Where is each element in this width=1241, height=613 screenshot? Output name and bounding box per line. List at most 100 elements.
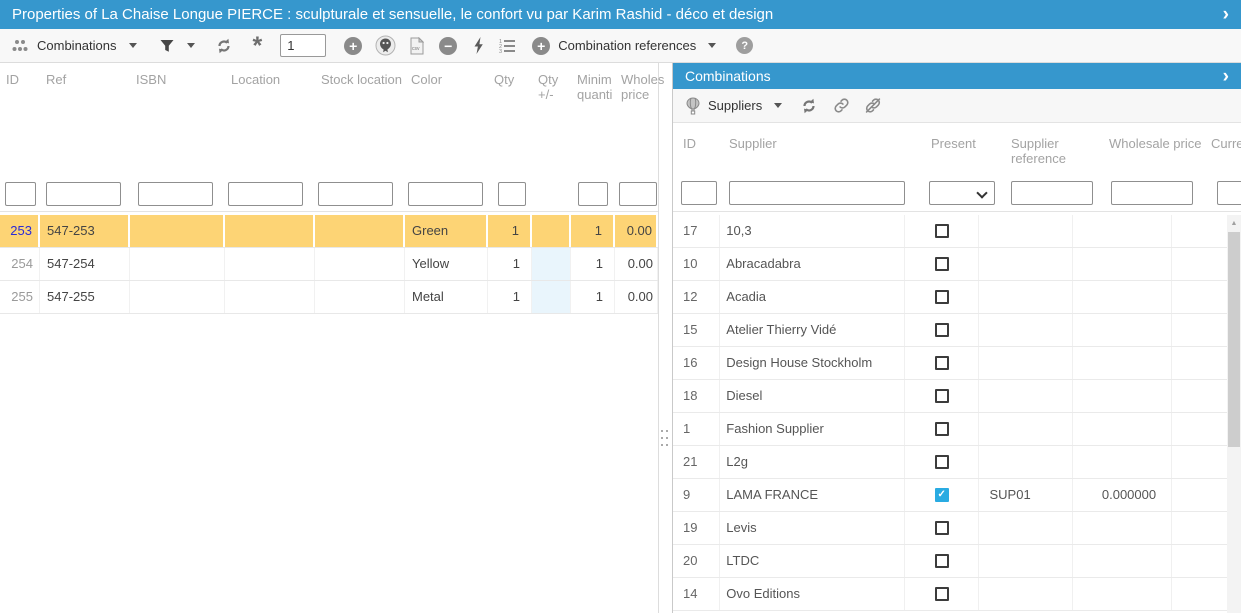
cell-id: 255 bbox=[0, 281, 40, 313]
supplier-row[interactable]: 10 Abracadabra bbox=[673, 248, 1228, 281]
cell-qty-plus-minus[interactable] bbox=[532, 248, 571, 280]
cell-isbn bbox=[130, 215, 225, 247]
filter-color-input[interactable] bbox=[408, 182, 483, 206]
present-checkbox[interactable] bbox=[935, 587, 949, 601]
col-header-qty-plus-minus[interactable]: Qty +/- bbox=[532, 72, 571, 102]
present-checkbox[interactable] bbox=[935, 257, 949, 271]
csv-export-icon[interactable]: csv bbox=[410, 37, 424, 55]
remove-combination-button[interactable]: − bbox=[439, 37, 457, 55]
present-checkbox[interactable] bbox=[935, 455, 949, 469]
combination-row[interactable]: 253 547-253 Green 1 1 0.00 bbox=[0, 215, 658, 248]
filter-location-input[interactable] bbox=[228, 182, 303, 206]
supplier-row[interactable]: 9 LAMA FRANCE SUP01 0.000000 bbox=[673, 479, 1228, 512]
supplier-row[interactable]: 14 Ovo Editions bbox=[673, 578, 1228, 611]
supplier-row[interactable]: 1 Fashion Supplier bbox=[673, 413, 1228, 446]
link-supplier-icon[interactable] bbox=[833, 97, 850, 114]
prestashop-icon[interactable] bbox=[375, 35, 396, 56]
count-input[interactable] bbox=[280, 34, 326, 57]
combination-row[interactable]: 255 547-255 Metal 1 1 0.00 bbox=[0, 281, 658, 314]
combination-row[interactable]: 254 547-254 Yellow 1 1 0.00 bbox=[0, 248, 658, 281]
col-header-location[interactable]: Location bbox=[225, 72, 315, 102]
supplier-row[interactable]: 19 Levis bbox=[673, 512, 1228, 545]
col-header-present[interactable]: Present bbox=[921, 136, 1001, 166]
filter-stock-location-input[interactable] bbox=[318, 182, 393, 206]
filter-ref-input[interactable] bbox=[46, 182, 121, 206]
suppliers-refresh-button[interactable] bbox=[800, 97, 818, 115]
add-combination-references-button[interactable]: + bbox=[532, 37, 550, 55]
filter-wholesale-price-input[interactable] bbox=[1111, 181, 1193, 205]
cell-location bbox=[225, 215, 315, 247]
grid-separator bbox=[0, 211, 658, 212]
col-header-id[interactable]: ID bbox=[0, 72, 40, 102]
panel-collapse-chevron-right-icon[interactable]: › bbox=[1223, 67, 1229, 86]
filter-isbn-input[interactable] bbox=[138, 182, 213, 206]
unlink-supplier-icon[interactable] bbox=[864, 97, 882, 114]
panel-splitter-handle[interactable] bbox=[660, 428, 672, 452]
combination-references-caret-icon[interactable] bbox=[708, 43, 716, 48]
cell-supplier-reference: SUP01 bbox=[979, 479, 1073, 511]
present-checkbox[interactable] bbox=[935, 422, 949, 436]
numbered-list-icon[interactable]: 123 bbox=[498, 38, 516, 54]
refresh-button[interactable] bbox=[215, 37, 233, 55]
present-checkbox[interactable] bbox=[935, 356, 949, 370]
scrollbar-thumb[interactable] bbox=[1228, 232, 1240, 447]
filter-min-quantity-input[interactable] bbox=[578, 182, 608, 206]
collapse-chevron-right-icon[interactable]: › bbox=[1223, 5, 1229, 24]
present-checkbox[interactable] bbox=[935, 389, 949, 403]
combinations-grid-header: ID Ref ISBN Location Stock location Colo… bbox=[0, 72, 658, 102]
supplier-row[interactable]: 18 Diesel bbox=[673, 380, 1228, 413]
filter-caret-icon[interactable] bbox=[187, 43, 195, 48]
filter-supplier-id-input[interactable] bbox=[681, 181, 717, 205]
col-header-supplier-reference[interactable]: Supplier reference bbox=[1001, 136, 1101, 166]
cell-id: 9 bbox=[673, 479, 720, 511]
col-header-min-quantity[interactable]: Minim quanti bbox=[571, 72, 615, 102]
col-header-supplier[interactable]: Supplier bbox=[723, 136, 921, 166]
filter-qty-input[interactable] bbox=[498, 182, 526, 206]
filter-currency-input[interactable] bbox=[1217, 181, 1241, 205]
col-header-wholesale-price[interactable]: Wholes price bbox=[615, 72, 658, 102]
supplier-row[interactable]: 12 Acadia bbox=[673, 281, 1228, 314]
present-checkbox[interactable] bbox=[935, 224, 949, 238]
present-checkbox[interactable] bbox=[935, 488, 949, 502]
filter-button[interactable] bbox=[159, 38, 175, 54]
mass-update-bolt-icon[interactable] bbox=[472, 37, 485, 54]
page-title: Properties of La Chaise Longue PIERCE : … bbox=[12, 6, 773, 23]
col-header-stock-location[interactable]: Stock location bbox=[315, 72, 405, 102]
filter-supplier-reference-input[interactable] bbox=[1011, 181, 1093, 205]
cell-currency bbox=[1172, 545, 1228, 577]
col-header-wholesale-price[interactable]: Wholesale price bbox=[1101, 136, 1206, 166]
add-combination-button[interactable]: + bbox=[344, 37, 362, 55]
cell-qty-plus-minus[interactable] bbox=[532, 281, 571, 313]
suppliers-caret-icon[interactable] bbox=[774, 103, 782, 108]
supplier-row[interactable]: 21 L2g bbox=[673, 446, 1228, 479]
col-header-ref[interactable]: Ref bbox=[40, 72, 130, 102]
present-checkbox[interactable] bbox=[935, 554, 949, 568]
filter-supplier-name-input[interactable] bbox=[729, 181, 905, 205]
col-header-color[interactable]: Color bbox=[405, 72, 488, 102]
col-header-currency[interactable]: Curre bbox=[1206, 136, 1241, 166]
combinations-caret-icon[interactable] bbox=[129, 43, 137, 48]
filter-present-select[interactable] bbox=[929, 181, 995, 205]
supplier-row[interactable]: 17 10,3 bbox=[673, 215, 1228, 248]
col-header-qty[interactable]: Qty bbox=[488, 72, 532, 102]
combinations-dropdown-label[interactable]: Combinations bbox=[37, 38, 117, 53]
combination-references-dropdown-label[interactable]: Combination references bbox=[558, 38, 696, 53]
filter-id-input[interactable] bbox=[5, 182, 36, 206]
present-checkbox[interactable] bbox=[935, 521, 949, 535]
supplier-row[interactable]: 20 LTDC bbox=[673, 545, 1228, 578]
cell-qty-plus-minus[interactable] bbox=[532, 215, 571, 247]
scrollbar-up-arrow-icon[interactable]: ▲ bbox=[1227, 215, 1241, 231]
cell-wholesale-price bbox=[1073, 347, 1172, 379]
filter-wholesale-input[interactable] bbox=[619, 182, 657, 206]
cell-id: 16 bbox=[673, 347, 720, 379]
col-header-isbn[interactable]: ISBN bbox=[130, 72, 225, 102]
supplier-row[interactable]: 15 Atelier Thierry Vidé bbox=[673, 314, 1228, 347]
vertical-scrollbar[interactable]: ▲ bbox=[1227, 215, 1241, 613]
generate-combinations-button[interactable]: * bbox=[253, 39, 263, 53]
supplier-row[interactable]: 16 Design House Stockholm bbox=[673, 347, 1228, 380]
col-header-id[interactable]: ID bbox=[673, 136, 723, 166]
help-button[interactable]: ? bbox=[736, 37, 753, 54]
present-checkbox[interactable] bbox=[935, 323, 949, 337]
present-checkbox[interactable] bbox=[935, 290, 949, 304]
suppliers-dropdown-label[interactable]: Suppliers bbox=[708, 98, 762, 113]
